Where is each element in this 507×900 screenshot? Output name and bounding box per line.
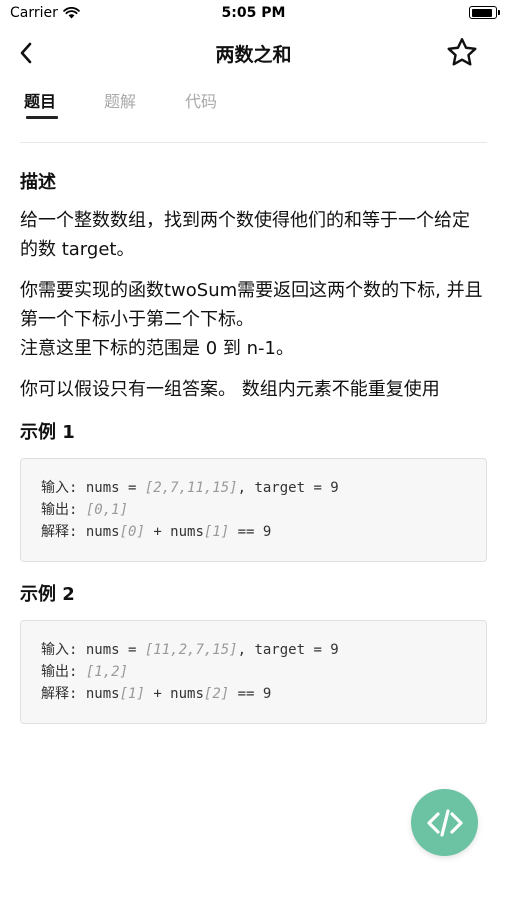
active-tab-indicator bbox=[26, 116, 58, 119]
explain-result: == 9 bbox=[229, 686, 272, 702]
input-target: , target = 9 bbox=[237, 642, 339, 658]
description-heading: 描述 bbox=[20, 172, 56, 193]
explain-index-a: [1] bbox=[119, 686, 145, 702]
output-label: 输出: bbox=[41, 664, 78, 680]
example-1-input-line: 输入: nums = [2,7,11,15], target = 9 bbox=[41, 477, 466, 499]
output-label: 输出: bbox=[41, 502, 78, 518]
nav-bar: 两数之和 bbox=[0, 28, 507, 78]
description-paragraph-2: 你需要实现的函数twoSum需要返回这两个数的下标, 并且第一个下标小于第二个下… bbox=[20, 280, 483, 359]
header-divider bbox=[20, 142, 487, 143]
description-paragraph-1: 给一个整数数组，找到两个数使得他们的和等于一个给定的数 target。 bbox=[20, 210, 470, 260]
input-label: 输入: bbox=[41, 642, 78, 658]
input-array: [2,7,11,15] bbox=[144, 480, 238, 496]
explain-label: 解释: bbox=[41, 524, 78, 540]
example-2-output-line: 输出: [1,2] bbox=[41, 661, 466, 683]
explain-operator: + nums bbox=[144, 524, 204, 540]
code-fab-button[interactable] bbox=[411, 789, 478, 856]
tab-bar: 题目 题解 代码 bbox=[0, 84, 507, 124]
example-2-input-line: 输入: nums = [11,2,7,15], target = 9 bbox=[41, 639, 466, 661]
explain-term-a: nums bbox=[77, 686, 120, 702]
input-variable: nums = bbox=[77, 642, 145, 658]
status-bar: Carrier 5:05 PM bbox=[0, 0, 507, 28]
explain-label: 解释: bbox=[41, 686, 78, 702]
page-title: 两数之和 bbox=[215, 44, 292, 66]
battery-icon bbox=[469, 6, 500, 19]
input-target: , target = 9 bbox=[237, 480, 339, 496]
app-screen: Carrier 5:05 PM 两数之和 题目 题解 代码 描述 给一个整数数组… bbox=[0, 0, 507, 900]
input-variable: nums = bbox=[77, 480, 145, 496]
battery-fill bbox=[471, 8, 493, 17]
output-value: [1,2] bbox=[77, 664, 129, 680]
example-2-explain-line: 解释: nums[1] + nums[2] == 9 bbox=[41, 683, 466, 705]
explain-operator: + nums bbox=[144, 686, 204, 702]
output-value: [0,1] bbox=[77, 502, 129, 518]
example-1-code-block: 输入: nums = [2,7,11,15], target = 9 输出: [… bbox=[20, 458, 487, 562]
example-2-heading: 示例 2 bbox=[20, 584, 75, 605]
input-array: [11,2,7,15] bbox=[144, 642, 238, 658]
example-2-code-block: 输入: nums = [11,2,7,15], target = 9 输出: [… bbox=[20, 620, 487, 724]
star-icon bbox=[447, 38, 477, 66]
explain-result: == 9 bbox=[229, 524, 272, 540]
status-time: 5:05 PM bbox=[221, 5, 286, 21]
example-1-output-line: 输出: [0,1] bbox=[41, 499, 466, 521]
tab-problem[interactable]: 题目 bbox=[24, 88, 56, 112]
tab-solution[interactable]: 题解 bbox=[104, 88, 136, 112]
example-1-heading: 示例 1 bbox=[20, 422, 75, 443]
favorite-button[interactable] bbox=[443, 34, 481, 72]
example-1-explain-line: 解释: nums[0] + nums[1] == 9 bbox=[41, 521, 466, 543]
explain-index-b: [1] bbox=[203, 524, 230, 540]
explain-index-a: [0] bbox=[119, 524, 145, 540]
explain-term-a: nums bbox=[77, 524, 120, 540]
input-label: 输入: bbox=[41, 480, 78, 496]
tab-code[interactable]: 代码 bbox=[185, 88, 217, 112]
problem-content: 描述 给一个整数数组，找到两个数使得他们的和等于一个给定的数 target。 你… bbox=[20, 168, 487, 724]
description-paragraph-3: 你可以假设只有一组答案。 数组内元素不能重复使用 bbox=[20, 379, 440, 400]
explain-index-b: [2] bbox=[203, 686, 230, 702]
code-icon bbox=[426, 808, 463, 837]
